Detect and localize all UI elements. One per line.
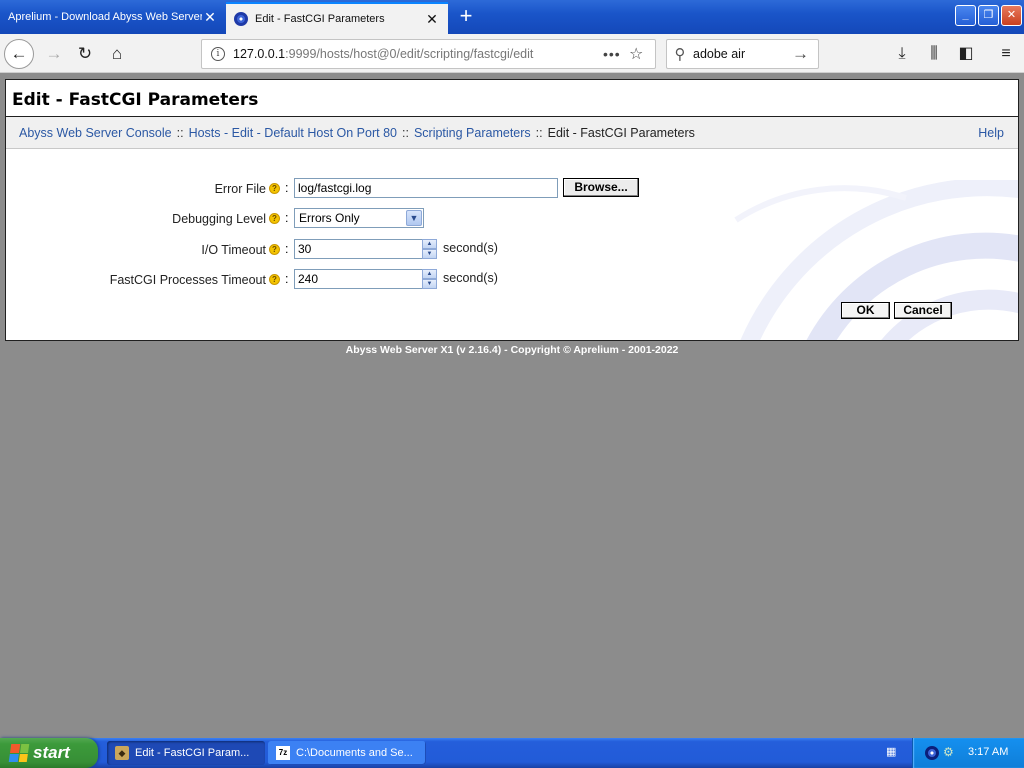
field-colon: : <box>285 211 289 225</box>
help-question-icon[interactable]: ? <box>269 183 280 194</box>
taskbar: start ◆ Edit - FastCGI Param... 7z C:\Do… <box>0 738 1024 768</box>
search-go-arrow-icon[interactable]: → <box>792 44 818 64</box>
abyss-favicon-icon <box>234 12 248 26</box>
home-icon[interactable]: ⌂ <box>102 39 132 69</box>
close-window-button[interactable]: ✕ <box>1001 5 1022 26</box>
library-icon[interactable]: ⫼ <box>919 39 949 69</box>
close-tab-icon[interactable]: ✕ <box>424 11 440 28</box>
breadcrumb-current: Edit - FastCGI Parameters <box>547 126 695 140</box>
clock[interactable]: 3:17 AM <box>968 746 1008 758</box>
network-tray-icon[interactable]: ⚙ <box>943 745 959 761</box>
debugging-level-row: Debugging Level ? : Errors Only ▼ <box>6 208 706 230</box>
fastcgi-processes-timeout-stepper[interactable]: ▲ ▼ <box>422 269 437 289</box>
copyright-footer: Abyss Web Server X1 (v 2.16.4) - Copyrig… <box>345 344 679 356</box>
hamburger-menu-icon[interactable]: ≡ <box>991 39 1021 69</box>
browser-tab-strip: Aprelium - Download Abyss Web Server ✕ E… <box>0 0 1024 34</box>
address-bar[interactable]: i 127.0.0.1:9999/hosts/host@0/edit/scrip… <box>201 39 656 69</box>
help-question-icon[interactable]: ? <box>269 244 280 255</box>
error-file-label: Error File <box>214 182 266 196</box>
breadcrumb-separator: :: <box>535 126 543 140</box>
url-host: 127.0.0.1 <box>233 47 286 61</box>
field-colon: : <box>285 181 289 195</box>
fastcgi-processes-timeout-unit: second(s) <box>443 271 498 285</box>
page-title: Edit - FastCGI Parameters <box>12 90 259 110</box>
tab-edit-fastcgi[interactable]: Edit - FastCGI Parameters ✕ <box>226 2 448 34</box>
field-colon: : <box>285 272 289 286</box>
minimize-window-button[interactable]: _ <box>955 5 976 26</box>
taskbar-item-7zip[interactable]: 7z C:\Documents and Se... <box>268 741 426 765</box>
debugging-level-label: Debugging Level <box>172 212 266 226</box>
step-up-icon[interactable]: ▲ <box>422 269 437 279</box>
help-question-icon[interactable]: ? <box>269 274 280 285</box>
7zip-app-icon: 7z <box>276 746 290 760</box>
ok-button[interactable]: OK <box>841 302 890 319</box>
breadcrumb-console-link[interactable]: Abyss Web Server Console <box>19 126 172 140</box>
browse-button[interactable]: Browse... <box>563 178 639 197</box>
help-link[interactable]: Help <box>978 126 1004 140</box>
url-text[interactable]: 127.0.0.1:9999/hosts/host@0/edit/scripti… <box>233 47 603 61</box>
breadcrumb-separator: :: <box>176 126 184 140</box>
edit-panel: Edit - FastCGI Parameters Abyss Web Serv… <box>5 79 1019 341</box>
site-info-icon[interactable]: i <box>211 47 225 61</box>
search-icon: ⚲ <box>674 46 686 63</box>
breadcrumb-hosts-edit-link[interactable]: Hosts - Edit - Default Host On Port 80 <box>189 126 397 140</box>
debugging-level-select[interactable]: Errors Only ▼ <box>294 208 424 228</box>
start-button[interactable]: start <box>0 738 98 768</box>
system-tray: ⚙ 3:17 AM <box>912 738 1024 768</box>
bookmark-star-icon[interactable]: ☆ <box>629 44 655 64</box>
tab-aprelium-download[interactable]: Aprelium - Download Abyss Web Server ✕ <box>0 2 226 32</box>
close-tab-icon[interactable]: ✕ <box>202 9 218 26</box>
restore-window-button[interactable]: ❐ <box>978 5 999 26</box>
breadcrumb-bar: Abyss Web Server Console:: Hosts - Edit -… <box>6 117 1018 149</box>
tab-title: Edit - FastCGI Parameters <box>255 13 385 25</box>
io-timeout-label: I/O Timeout <box>201 243 266 257</box>
start-label: start <box>33 743 70 762</box>
abyss-tray-icon[interactable] <box>925 746 939 760</box>
downloads-icon[interactable]: ⤓ <box>887 39 917 69</box>
chevron-down-icon[interactable]: ▼ <box>406 210 422 226</box>
step-down-icon[interactable]: ▼ <box>422 249 437 259</box>
forward-arrow-icon[interactable]: → <box>39 39 69 69</box>
io-timeout-row: I/O Timeout ? : ▲ ▼ second(s) <box>6 239 706 261</box>
page-viewport: Edit - FastCGI Parameters Abyss Web Serv… <box>0 74 1024 738</box>
fastcgi-processes-timeout-label: FastCGI Processes Timeout <box>109 273 266 287</box>
search-bar[interactable]: ⚲ adobe air → <box>666 39 819 69</box>
firefox-app-icon: ◆ <box>115 746 129 760</box>
io-timeout-input[interactable] <box>294 239 437 259</box>
fastcgi-processes-timeout-input[interactable] <box>294 269 437 289</box>
navigation-toolbar: ← → ↻ ⌂ i 127.0.0.1:9999/hosts/host@0/ed… <box>0 34 1024 73</box>
sidebar-toggle-icon[interactable]: ◧ <box>951 39 981 69</box>
io-timeout-stepper[interactable]: ▲ ▼ <box>422 239 437 259</box>
field-colon: : <box>285 242 289 256</box>
page-actions-icon[interactable]: ••• <box>603 46 629 62</box>
back-arrow-icon[interactable]: ← <box>4 39 34 69</box>
url-path: :9999/hosts/host@0/edit/scripting/fastcg… <box>285 47 534 61</box>
new-tab-button[interactable]: + <box>452 4 480 30</box>
tab-title: Aprelium - Download Abyss Web Server <box>8 11 202 23</box>
keyboard-layout-icon[interactable]: ▦ <box>886 745 900 759</box>
io-timeout-unit: second(s) <box>443 241 498 255</box>
taskbar-item-firefox[interactable]: ◆ Edit - FastCGI Param... <box>107 741 265 765</box>
fastcgi-processes-timeout-row: FastCGI Processes Timeout ? : ▲ ▼ second… <box>6 269 706 291</box>
reload-icon[interactable]: ↻ <box>70 39 100 69</box>
cancel-button[interactable]: Cancel <box>894 302 952 319</box>
taskbar-item-label: Edit - FastCGI Param... <box>135 747 250 759</box>
windows-flag-icon <box>8 744 30 762</box>
breadcrumb: Abyss Web Server Console:: Hosts - Edit -… <box>19 126 695 140</box>
error-file-input[interactable] <box>294 178 558 198</box>
step-up-icon[interactable]: ▲ <box>422 239 437 249</box>
breadcrumb-scripting-link[interactable]: Scripting Parameters <box>414 126 531 140</box>
step-down-icon[interactable]: ▼ <box>422 279 437 289</box>
debugging-level-value: Errors Only <box>299 211 360 225</box>
help-question-icon[interactable]: ? <box>269 213 280 224</box>
error-file-row: Error File ? : Browse... <box>6 178 706 200</box>
search-query[interactable]: adobe air <box>693 47 792 61</box>
breadcrumb-separator: :: <box>402 126 409 140</box>
taskbar-item-label: C:\Documents and Se... <box>296 747 413 759</box>
